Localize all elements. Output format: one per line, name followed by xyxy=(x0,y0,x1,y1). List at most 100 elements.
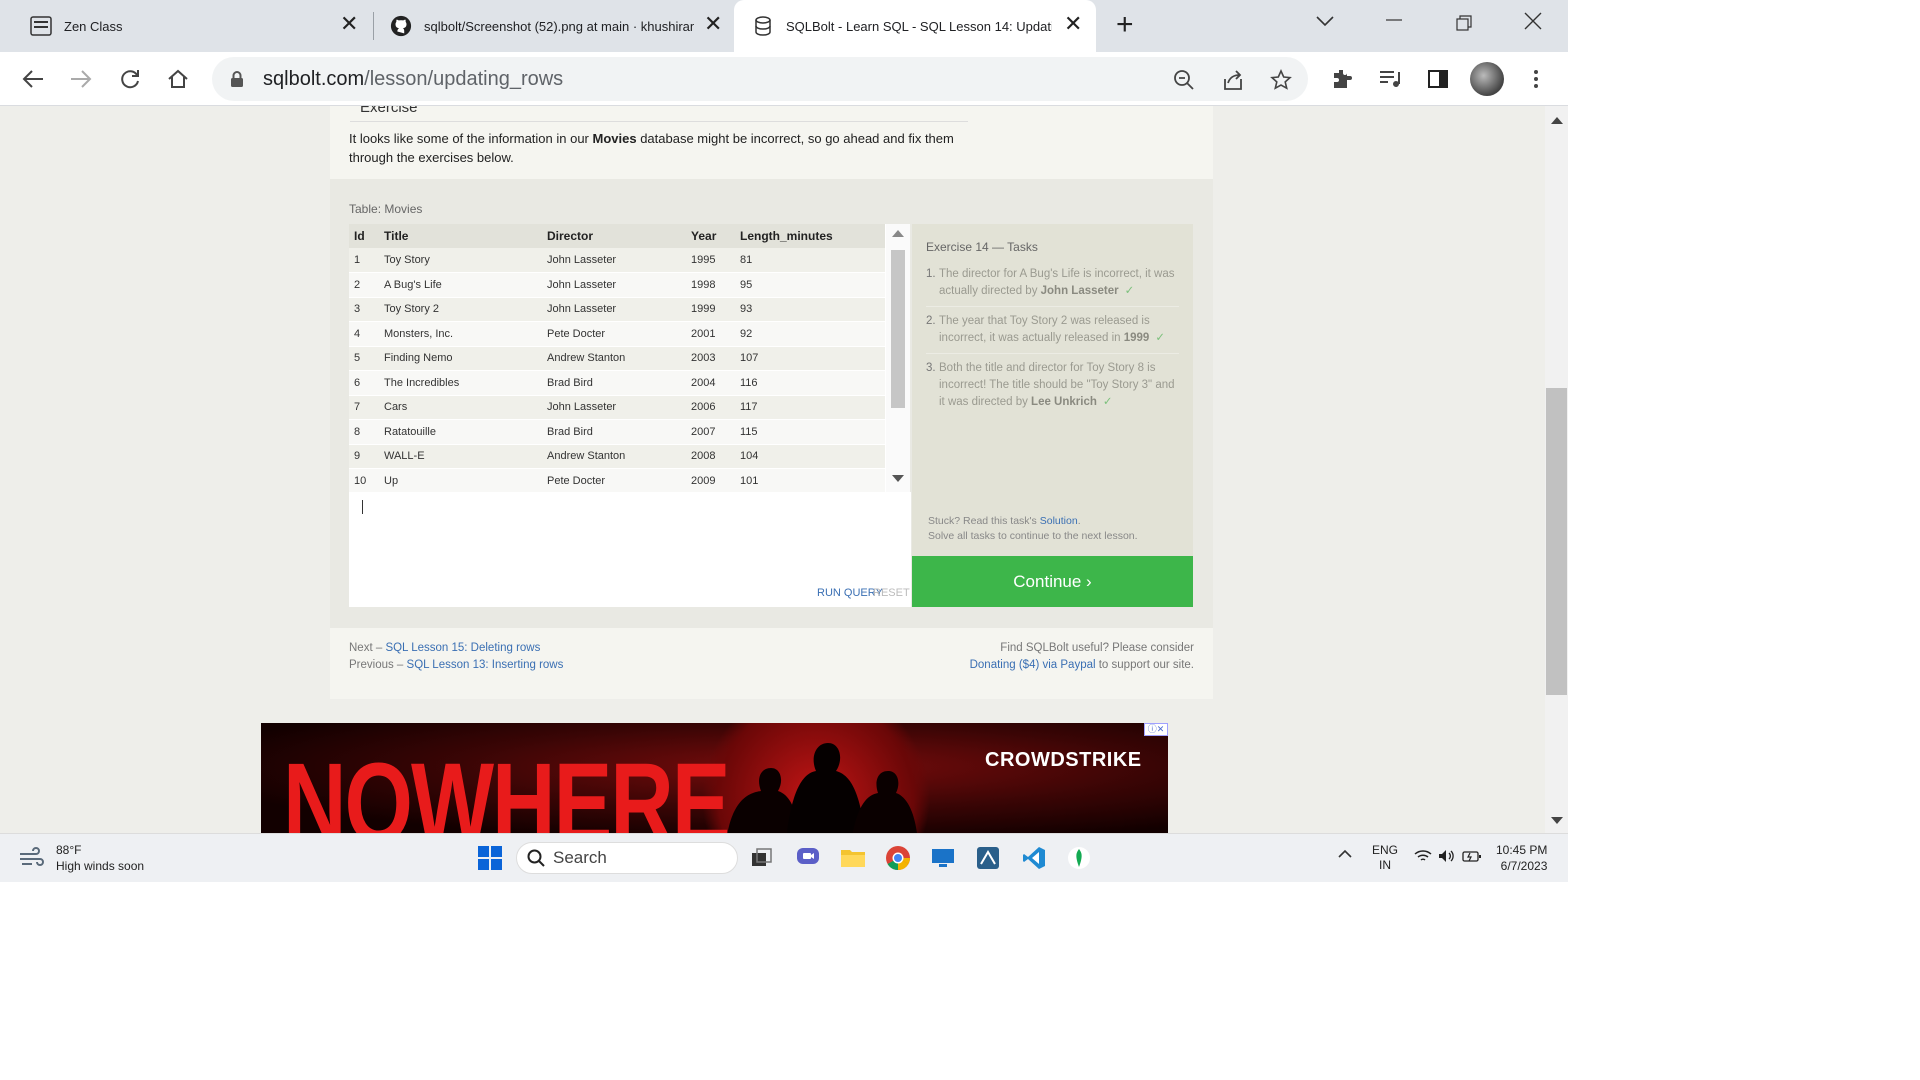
menu-kebab-icon[interactable] xyxy=(1521,64,1551,94)
reset-button[interactable]: RESET xyxy=(873,587,910,599)
column-header: Id xyxy=(349,224,379,248)
volume-icon[interactable] xyxy=(1438,849,1456,866)
table-row: 3 Toy Story 2 John Lasseter 1999 93 xyxy=(349,297,885,322)
prev-lesson-link[interactable]: SQL Lesson 13: Inserting rows xyxy=(407,659,564,671)
url-path: /lesson/updating_rows xyxy=(364,68,564,90)
donate-link[interactable]: Donating ($4) via Paypal xyxy=(970,659,1096,671)
continue-button[interactable]: Continue › xyxy=(912,556,1193,607)
lesson-nav: Next – SQL Lesson 15: Deleting rows Prev… xyxy=(349,640,563,674)
search-label: Search xyxy=(553,848,607,867)
scrollbar-thumb[interactable] xyxy=(891,250,905,408)
database-icon xyxy=(752,15,774,37)
lock-icon[interactable] xyxy=(230,70,244,93)
wind-icon xyxy=(20,847,44,866)
vscode-icon[interactable] xyxy=(1020,844,1048,872)
clock-time: 10:45 PM xyxy=(1496,843,1548,857)
task-bold: 1999 xyxy=(1123,332,1150,344)
browser-toolbar: sqlbolt.com/lesson/updating_rows xyxy=(0,52,1568,106)
query-editor[interactable]: RUN QUERY RESET xyxy=(349,492,911,607)
table-row: 4 Monsters, Inc. Pete Docter 2001 92 xyxy=(349,321,885,347)
table-scrollbar[interactable] xyxy=(886,224,910,492)
scrollbar-thumb[interactable] xyxy=(1546,388,1567,695)
media-control-icon[interactable] xyxy=(1375,64,1405,94)
solution-link[interactable]: Solution xyxy=(1040,515,1078,527)
address-bar[interactable]: sqlbolt.com/lesson/updating_rows xyxy=(212,57,1308,101)
table-cell: 101 xyxy=(735,468,885,492)
table-cell: 8 xyxy=(349,419,379,445)
task-bold: John Lasseter xyxy=(1040,285,1119,297)
close-tab-icon[interactable]: ✕ xyxy=(704,13,722,35)
page-viewport: Exercise It looks like some of the infor… xyxy=(0,106,1545,833)
table-cell: 81 xyxy=(735,248,885,273)
chrome-icon[interactable] xyxy=(884,844,912,872)
advertisement-banner[interactable]: NOWHERE CROWDSTRIKE ⓘ✕ xyxy=(261,723,1168,833)
restore-icon[interactable] xyxy=(1456,14,1472,37)
check-icon: ✓ xyxy=(1155,332,1165,344)
close-tab-icon[interactable]: ✕ xyxy=(1064,13,1082,35)
scroll-up-arrow-icon[interactable] xyxy=(892,230,904,237)
minimize-icon[interactable] xyxy=(1386,6,1402,32)
home-icon[interactable] xyxy=(163,64,193,94)
task-item: 2. The year that Toy Story 2 was released… xyxy=(926,313,1179,354)
table-cell: 5 xyxy=(349,346,379,371)
table-cell: 115 xyxy=(735,419,885,445)
stuck-text: Solve all tasks to continue to the next … xyxy=(928,530,1138,542)
table-cell: 2003 xyxy=(686,346,735,371)
mongodb-compass-icon[interactable] xyxy=(1065,844,1093,872)
search-icon xyxy=(527,849,545,867)
close-window-icon[interactable] xyxy=(1524,12,1542,36)
mysql-workbench-icon[interactable] xyxy=(974,844,1002,872)
language-indicator[interactable]: ENG IN xyxy=(1372,843,1398,873)
bookmark-star-icon[interactable] xyxy=(1268,67,1294,93)
temperature: 88°F xyxy=(56,843,82,857)
lesson-card: Exercise It looks like some of the infor… xyxy=(330,106,1213,699)
tab-github[interactable]: sqlbolt/Screenshot (52).png at main · kh… xyxy=(374,0,732,52)
url-text[interactable]: sqlbolt.com/lesson/updating_rows xyxy=(263,68,563,91)
tab-sqlbolt[interactable]: SQLBolt - Learn SQL - SQL Lesson 14: Upd… xyxy=(734,0,1096,52)
table-cell: Cars xyxy=(379,395,542,420)
table-cell: Up xyxy=(379,468,542,492)
profile-avatar[interactable] xyxy=(1470,62,1504,96)
table-cell: 1998 xyxy=(686,272,735,298)
tab-zen-class[interactable]: Zen Class ✕ xyxy=(0,0,372,52)
table-cell: 2001 xyxy=(686,321,735,347)
tab-title: SQLBolt - Learn SQL - SQL Lesson 14: Upd… xyxy=(786,18,1052,34)
wifi-icon[interactable] xyxy=(1414,849,1432,866)
file-explorer-icon[interactable] xyxy=(839,844,867,872)
reload-icon[interactable] xyxy=(115,64,145,94)
page-scrollbar[interactable] xyxy=(1545,106,1568,833)
share-icon[interactable] xyxy=(1220,67,1246,93)
exercise-header: Exercise xyxy=(350,106,968,122)
check-icon: ✓ xyxy=(1102,396,1113,408)
tray-overflow-icon[interactable] xyxy=(1338,848,1352,862)
ad-choices-icon[interactable]: ⓘ✕ xyxy=(1144,723,1168,736)
table-cell: 93 xyxy=(735,297,885,322)
task-list: 1. The director for A Bug's Life is incor… xyxy=(926,266,1179,417)
tab-search-icon[interactable] xyxy=(1316,10,1334,33)
table-cell: 2006 xyxy=(686,395,735,420)
new-tab-icon[interactable]: + xyxy=(1116,10,1134,40)
next-lesson-link[interactable]: SQL Lesson 15: Deleting rows xyxy=(385,642,540,654)
back-icon[interactable] xyxy=(18,64,48,94)
side-panel-icon[interactable] xyxy=(1423,64,1453,94)
remote-desktop-icon[interactable] xyxy=(929,844,957,872)
weather-widget[interactable]: 88°F High winds soon xyxy=(18,842,144,874)
scroll-down-arrow-icon[interactable] xyxy=(892,475,904,482)
chat-icon[interactable] xyxy=(794,844,822,872)
extensions-icon[interactable] xyxy=(1327,64,1357,94)
system-clock[interactable]: 10:45 PM 6/7/2023 xyxy=(1496,842,1547,874)
task-view-icon[interactable] xyxy=(748,844,776,872)
close-tab-icon[interactable]: ✕ xyxy=(340,13,358,35)
windows-start-icon[interactable] xyxy=(476,844,504,872)
scroll-up-arrow-icon[interactable] xyxy=(1551,117,1563,124)
url-domain: sqlbolt.com xyxy=(263,68,365,90)
forward-icon[interactable] xyxy=(66,64,96,94)
zoom-out-icon[interactable] xyxy=(1171,67,1197,93)
battery-icon[interactable] xyxy=(1462,849,1482,866)
taskbar-search[interactable]: Search xyxy=(516,842,738,874)
results-table[interactable]: Id Title Director Year Length_minutes 1T… xyxy=(349,224,887,492)
column-header: Length_minutes xyxy=(735,224,885,248)
support-text: Find SQLBolt useful? Please consider xyxy=(1000,642,1194,654)
table-cell: John Lasseter xyxy=(542,272,686,298)
scroll-down-arrow-icon[interactable] xyxy=(1551,817,1563,824)
